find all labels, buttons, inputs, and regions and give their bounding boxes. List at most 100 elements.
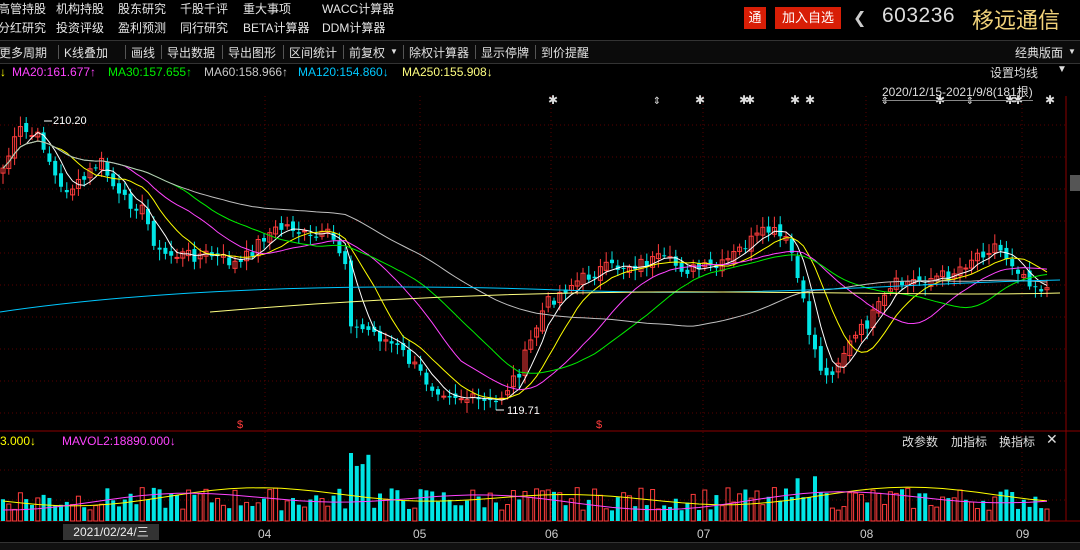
volume-bar-up: [93, 505, 99, 522]
volume-bar-down: [465, 500, 469, 521]
volume-bar-up: [87, 509, 93, 522]
volume-bar-down: [615, 497, 620, 521]
candle-down: [407, 349, 411, 364]
volume-bar-down: [175, 494, 179, 521]
volume-bar-down: [314, 495, 319, 521]
volume-bar-down: [697, 510, 701, 521]
candle-down: [998, 244, 1003, 251]
volume-bar-up: [841, 506, 847, 522]
ma250-value: MA250:155.908↓: [402, 65, 493, 79]
volume-bar-down: [963, 499, 968, 521]
volume-bar-up: [957, 489, 963, 522]
volume-bar-up: [1044, 508, 1050, 522]
volume-bar-down: [1016, 508, 1020, 521]
candle-down: [795, 256, 800, 279]
volume-bar-up: [302, 506, 308, 522]
candle-up: [963, 267, 969, 270]
month-label-08: 08: [860, 527, 874, 541]
chevron-down-icon[interactable]: ▼: [1057, 64, 1067, 75]
candle-down: [1010, 258, 1015, 267]
volume-bar-down: [743, 489, 748, 521]
volume-bar-up: [835, 509, 841, 522]
volume-bar-up: [203, 488, 209, 522]
volume-bar-up: [969, 501, 975, 522]
candle-down: [47, 153, 52, 162]
high-price-label: 210.20: [53, 115, 87, 127]
volume-bar-down: [378, 493, 382, 521]
volume-bar-up: [754, 490, 760, 522]
volume-bar-down: [82, 507, 87, 521]
volume-bar-up: [267, 489, 273, 522]
volume-bar-down: [436, 501, 440, 521]
event-marker-icon: ✱: [745, 93, 755, 107]
volume-bar-down: [407, 508, 411, 521]
candle-down: [389, 341, 394, 344]
volume-bar-down: [389, 488, 394, 521]
candle-down: [813, 334, 817, 350]
candle-down: [552, 300, 556, 305]
volume-bar-down: [117, 506, 121, 521]
candle-down: [337, 241, 342, 254]
candle-down: [59, 173, 63, 187]
volume-bar-up: [876, 492, 882, 522]
volume-bar-down: [552, 491, 556, 521]
ma60-line: [2, 140, 1048, 327]
candle-up: [986, 252, 992, 255]
volume-bar-down: [766, 496, 771, 521]
volume-bar-up: [748, 497, 754, 522]
candle-down: [789, 238, 794, 253]
candle-down: [830, 371, 835, 375]
volume-bar-down: [279, 510, 284, 521]
volume-bar-down: [633, 506, 638, 521]
volume-bar-up: [986, 509, 992, 522]
candle-down: [865, 320, 870, 329]
mavol1-value: 3.000↓: [0, 434, 37, 448]
volume-bar-down: [192, 494, 197, 521]
volume-bar-up: [487, 492, 493, 522]
candle-up: [302, 230, 308, 233]
close-icon[interactable]: ✕: [1046, 431, 1058, 448]
candle-down: [250, 252, 255, 257]
ma10-arrow: ↓: [0, 65, 6, 79]
add-indicator-button[interactable]: 加指标: [951, 433, 987, 450]
volume-bar-down: [946, 498, 951, 521]
volume-bar-down: [714, 495, 719, 521]
month-label-05: 05: [413, 527, 427, 541]
volume-bar-down: [662, 505, 667, 521]
volume-bar-down: [789, 497, 794, 521]
volume-bar-down: [227, 508, 232, 521]
candle-down: [610, 259, 614, 264]
volume-bar-down: [343, 508, 348, 521]
volume-bar-down: [430, 491, 435, 521]
candle-down: [354, 326, 359, 328]
volume-bar-up: [974, 508, 980, 522]
candle-down: [93, 167, 98, 169]
date-range-link[interactable]: 2020/12/15-2021/9/8(181根): [882, 83, 1033, 101]
volume-bar-down: [401, 500, 406, 521]
volume-bar-down: [784, 488, 788, 521]
candle-down: [981, 251, 986, 258]
volume-bar-up: [35, 497, 41, 522]
volume-bar-down: [818, 492, 823, 521]
candle-down: [24, 123, 29, 133]
candle-down: [227, 257, 232, 266]
scroll-handle[interactable]: [1070, 175, 1080, 191]
set-ma-button[interactable]: 设置均线: [990, 64, 1038, 81]
volume-bar-down: [262, 498, 266, 521]
volume-bar-down: [169, 494, 174, 521]
volume-bar-up: [934, 506, 940, 522]
event-marker-icon: ⇕: [653, 96, 661, 107]
candle-up: [458, 398, 464, 401]
switch-indicator-button[interactable]: 换指标: [999, 433, 1035, 450]
volume-bar-up: [99, 503, 105, 522]
candle-down: [743, 248, 748, 250]
volume-bar-down: [900, 489, 904, 521]
candle-down: [1039, 289, 1044, 292]
volume-bar-up: [911, 507, 917, 522]
volume-bar-up: [760, 504, 766, 522]
change-params-button[interactable]: 改参数: [902, 433, 938, 450]
volume-bar-up: [255, 502, 261, 522]
candle-down: [818, 346, 823, 371]
volume-bar-down: [209, 502, 214, 521]
volume-bar-down: [610, 510, 614, 521]
